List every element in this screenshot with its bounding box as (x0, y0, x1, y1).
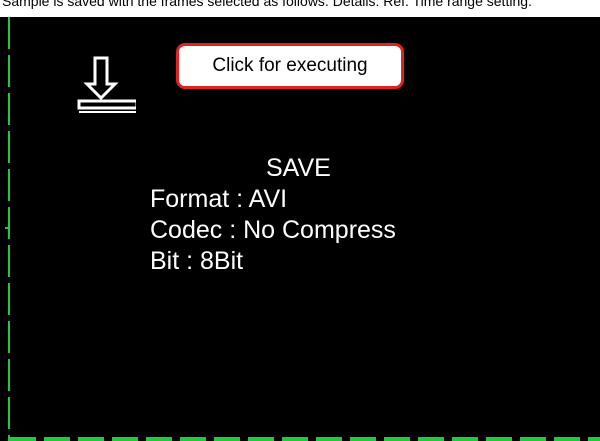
left-border-tick (5, 227, 10, 229)
bottom-dashed-border (10, 437, 600, 441)
format-line: Format : AVI (150, 185, 288, 213)
codec-line: Codec : No Compress (150, 216, 396, 244)
save-title: SAVE (266, 154, 331, 182)
download-to-tray-icon (77, 56, 139, 113)
top-caption: Sample is saved with the frames selected… (2, 0, 532, 9)
callout-label: Click for executing (212, 55, 368, 76)
save-screen: Click for executing SAVE Format : AVI Co… (0, 17, 600, 441)
screenshot: Sample is saved with the frames selected… (0, 0, 600, 441)
top-caption-strip: Sample is saved with the frames selected… (0, 0, 600, 17)
bit-line: Bit : 8Bit (150, 247, 244, 275)
execute-callout: Click for executing (176, 43, 404, 89)
left-dashed-border (8, 17, 10, 441)
save-download-icon[interactable] (76, 53, 139, 117)
